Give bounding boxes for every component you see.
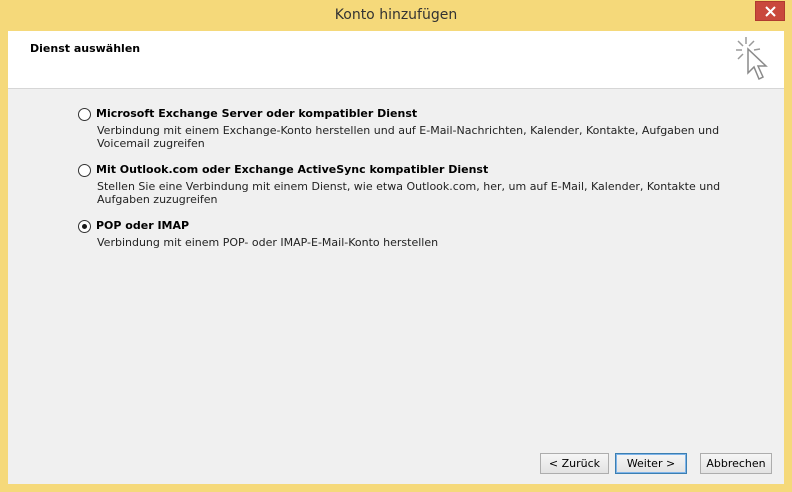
close-icon [765,6,776,17]
option-outlook-com-label[interactable]: Mit Outlook.com oder Exchange ActiveSync… [96,163,488,176]
cancel-button[interactable]: Abbrechen [700,453,772,474]
wizard-body: Microsoft Exchange Server oder kompatibl… [8,89,784,484]
option-outlook-com-description: Stellen Sie eine Verbindung mit einem Di… [97,180,721,206]
radio-selected-dot [82,224,87,229]
page-title: Dienst auswählen [30,42,141,55]
radio-exchange[interactable] [78,108,91,121]
wizard-header: Dienst auswählen [8,31,784,89]
window-title: Konto hinzufügen [334,7,458,23]
back-button[interactable]: < Zurück [540,453,609,474]
option-exchange-description: Verbindung mit einem Exchange-Konto hers… [97,124,720,150]
title-bar: Konto hinzufügen [0,0,792,31]
option-exchange-label[interactable]: Microsoft Exchange Server oder kompatibl… [96,107,417,120]
close-button[interactable] [755,1,785,21]
next-button[interactable]: Weiter > [615,453,687,474]
dialog-window: Konto hinzufügen Dienst auswählen Micros… [0,0,792,492]
option-pop-imap-label[interactable]: POP oder IMAP [96,219,189,232]
wizard-cursor-icon [736,37,768,81]
option-pop-imap-description: Verbindung mit einem POP- oder IMAP-E-Ma… [97,236,439,249]
radio-pop-imap[interactable] [78,220,91,233]
radio-outlook-com[interactable] [78,164,91,177]
